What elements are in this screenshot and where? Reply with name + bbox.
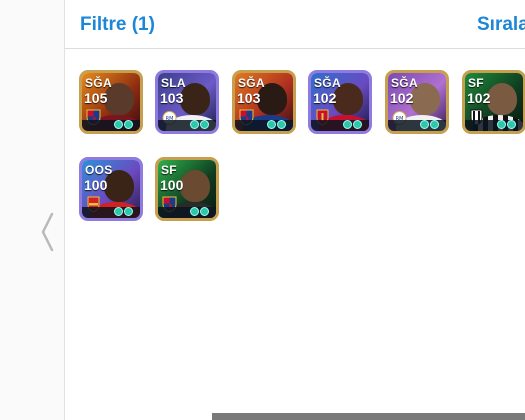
skill-dot-icon (190, 207, 199, 216)
skill-dot-icon (507, 120, 516, 129)
filter-button[interactable]: Filtre (1) (80, 14, 155, 36)
header-bar: Filtre (1) Sırala (65, 0, 525, 49)
player-card[interactable]: SĞA 105 (79, 70, 143, 134)
player-card[interactable]: SF 102 (462, 70, 525, 134)
player-card[interactable]: SĞA 102 RM (385, 70, 449, 134)
skill-dot-icon (343, 120, 352, 129)
player-position: SĞA (85, 76, 112, 90)
player-rating: 102 (390, 90, 414, 106)
player-card[interactable]: SLA 103 RM (155, 70, 219, 134)
sort-button[interactable]: Sırala (477, 14, 525, 36)
skill-dot-icon (430, 120, 439, 129)
player-rating: 100 (84, 177, 108, 193)
skill-dot-icon (200, 207, 209, 216)
skill-dot-icon (124, 120, 133, 129)
player-position: SĞA (314, 76, 341, 90)
player-position: SĞA (238, 76, 265, 90)
skill-dot-icon (420, 120, 429, 129)
player-position: SF (468, 76, 484, 90)
skill-dot-icon (190, 120, 199, 129)
player-position: SF (161, 163, 177, 177)
player-portrait (180, 170, 210, 202)
left-panel (0, 0, 65, 420)
chevron-left-icon[interactable] (36, 210, 58, 254)
skill-dot-icon (200, 120, 209, 129)
player-card[interactable]: SF 100 (155, 157, 219, 221)
skill-dot-icon (277, 120, 286, 129)
skill-dot-icon (353, 120, 362, 129)
player-card[interactable]: SĞA 103 (232, 70, 296, 134)
player-portrait (487, 83, 517, 115)
horizontal-scrollbar[interactable] (212, 413, 525, 420)
player-card[interactable]: SĞA 102 (308, 70, 372, 134)
skill-dot-icon (114, 120, 123, 129)
player-position: OOS (85, 163, 113, 177)
skill-dot-icon (497, 120, 506, 129)
skill-dot-icon (114, 207, 123, 216)
player-rating: 100 (160, 177, 184, 193)
player-rating: 103 (160, 90, 184, 106)
skill-dot-icon (267, 120, 276, 129)
player-rating: 102 (467, 90, 491, 106)
player-rating: 103 (237, 90, 261, 106)
player-position: SLA (161, 76, 186, 90)
player-rating: 102 (313, 90, 337, 106)
player-position: SĞA (391, 76, 418, 90)
player-card[interactable]: OOS 100 (79, 157, 143, 221)
skill-dot-icon (124, 207, 133, 216)
player-card-grid: SĞA 105 SLA 103 RM SĞA 103 SĞA 102 SĞA 1… (79, 70, 525, 230)
player-rating: 105 (84, 90, 108, 106)
